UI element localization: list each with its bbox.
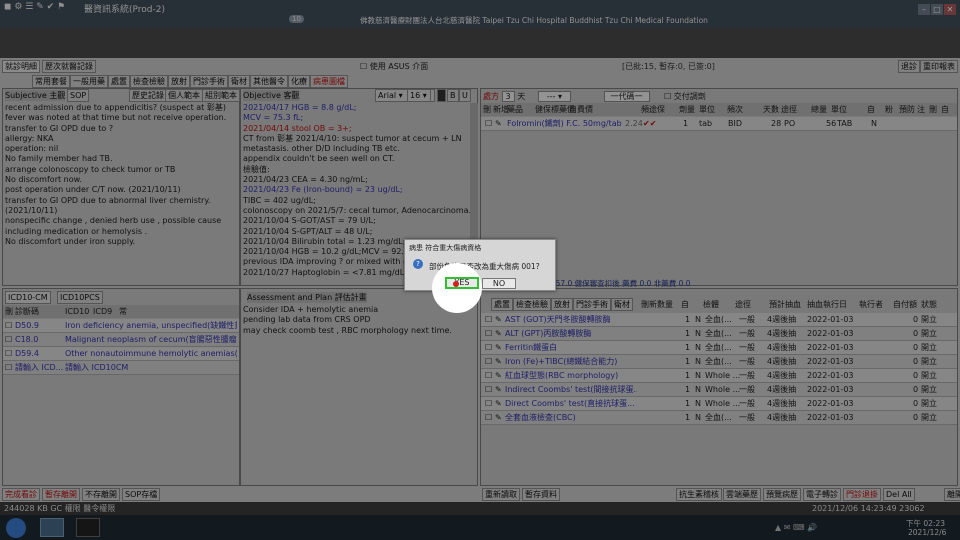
yes-button[interactable]: YES xyxy=(445,277,479,289)
no-button[interactable]: NO xyxy=(482,278,516,289)
cursor-dot-icon xyxy=(453,281,459,287)
question-icon: ? xyxy=(413,259,423,269)
app-window: ◼ ⚙ ☰ ✎ ✔ ⚑ 醫資訊系統(Prod-2) 10 佛教慈濟醫療財團法人台… xyxy=(0,0,960,540)
dialog-title: 病患 符合重大傷病資格 xyxy=(409,244,482,252)
